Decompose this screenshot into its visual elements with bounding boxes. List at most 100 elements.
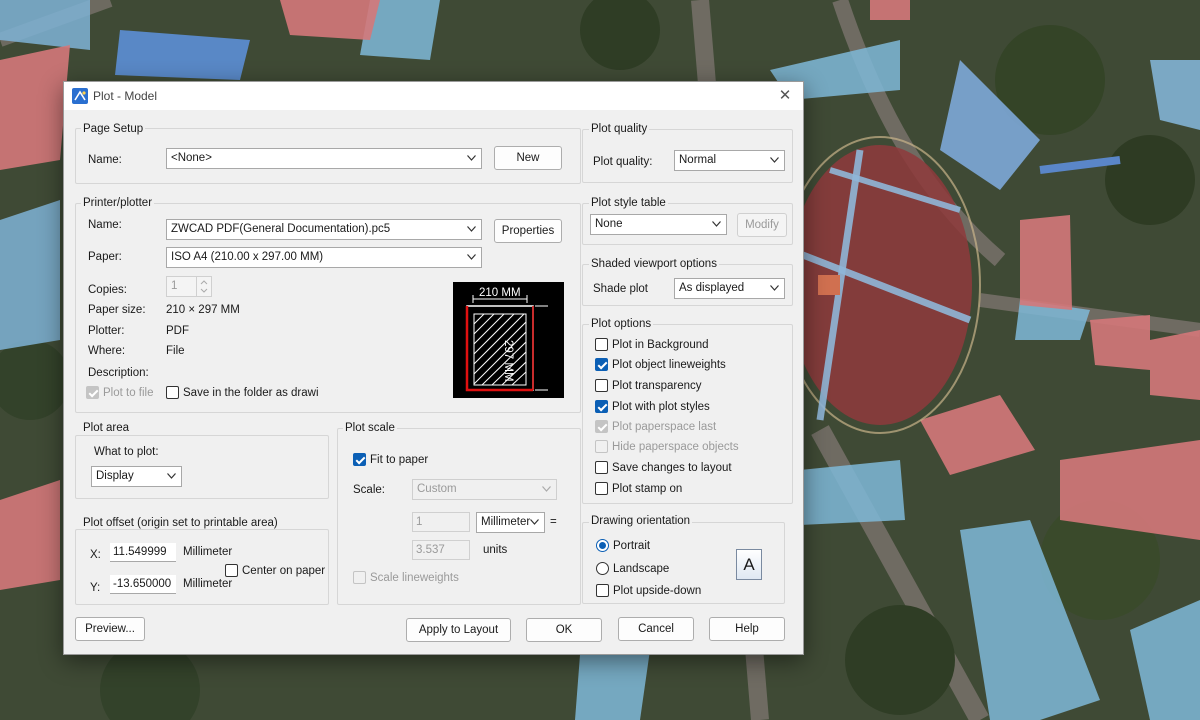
checkbox-box — [595, 358, 608, 371]
plot-option-label: Plot transparency — [612, 379, 702, 392]
paper-size-label: Paper size: — [88, 304, 146, 316]
title-bar[interactable]: Plot - Model ✕ — [64, 82, 803, 110]
preview-width-label: 210 MM — [479, 287, 521, 299]
scale-value1-input[interactable]: 1 — [412, 512, 470, 532]
shaded-viewport-label: Shaded viewport options — [589, 258, 719, 270]
plot-quality-select[interactable]: Normal — [674, 150, 785, 171]
plot-options-group — [582, 324, 793, 504]
help-button[interactable]: Help — [709, 617, 785, 641]
paper-select[interactable]: ISO A4 (210.00 x 297.00 MM) — [166, 247, 482, 268]
plot-option-checkbox[interactable]: Plot transparency — [595, 379, 702, 392]
copies-stepper[interactable]: 1 — [166, 276, 212, 297]
modify-button[interactable]: Modify — [737, 213, 787, 237]
fit-to-paper-checkbox[interactable]: Fit to paper — [353, 453, 428, 466]
scale-label: Scale: — [353, 484, 385, 496]
checkbox-box — [595, 440, 608, 453]
scale-units-label: units — [483, 544, 508, 556]
plotter-label: Plotter: — [88, 325, 125, 337]
orientation-preview-icon: A — [736, 549, 762, 580]
offset-y-input[interactable]: -13.650000 — [110, 575, 176, 594]
plot-quality-group-label: Plot quality — [589, 123, 650, 135]
chevron-down-icon — [770, 285, 779, 291]
radio-dot — [596, 562, 609, 575]
checkbox-box — [596, 584, 609, 597]
plot-upside-down-label: Plot upside-down — [613, 584, 702, 597]
plot-area-label: Plot area — [81, 422, 132, 434]
offset-x-input[interactable]: 11.549999 — [110, 543, 176, 562]
checkbox-box — [225, 564, 238, 577]
plot-option-label: Plot with plot styles — [612, 400, 710, 413]
printer-name-select[interactable]: ZWCAD PDF(General Documentation).pc5 — [166, 219, 482, 240]
plot-style-table-select[interactable]: None — [590, 214, 727, 235]
plot-option-label: Plot paperspace last — [612, 420, 717, 433]
plot-to-file-checkbox[interactable]: Plot to file — [86, 386, 154, 399]
portrait-radio[interactable]: Portrait — [596, 539, 650, 552]
save-in-folder-label: Save in the folder as drawi — [183, 386, 319, 399]
center-on-paper-label: Center on paper — [242, 564, 326, 577]
copies-label: Copies: — [88, 284, 127, 296]
plot-option-checkbox[interactable]: Plot stamp on — [595, 482, 682, 495]
checkbox-box — [595, 338, 608, 351]
what-to-plot-value: Display — [96, 470, 134, 482]
ok-button[interactable]: OK — [526, 618, 602, 642]
plot-option-label: Plot in Background — [612, 338, 709, 351]
drawing-orientation-label: Drawing orientation — [589, 515, 693, 527]
plot-scale-label: Plot scale — [343, 422, 397, 434]
checkbox-box — [595, 482, 608, 495]
scale-unit-value: Millimeter — [481, 516, 531, 528]
shade-plot-select[interactable]: As displayed — [674, 278, 785, 299]
plot-options-label: Plot options — [589, 318, 654, 330]
scale-select[interactable]: Custom — [412, 479, 557, 500]
scale-value: Custom — [417, 483, 457, 495]
properties-button[interactable]: Properties — [494, 219, 562, 243]
fit-to-paper-label: Fit to paper — [370, 453, 429, 466]
landscape-radio[interactable]: Landscape — [596, 562, 669, 575]
shade-plot-value: As displayed — [679, 282, 745, 294]
shade-plot-label: Shade plot — [593, 283, 648, 295]
apply-to-layout-button[interactable]: Apply to Layout — [406, 618, 511, 642]
preview-height-label: 297 MM — [502, 340, 514, 382]
checkbox-box — [595, 420, 608, 433]
printer-plotter-label: Printer/plotter — [81, 197, 155, 209]
landscape-label: Landscape — [613, 562, 670, 575]
preview-button[interactable]: Preview... — [75, 617, 145, 641]
plot-option-checkbox[interactable]: Hide paperspace objects — [595, 440, 739, 453]
plotter-value: PDF — [166, 325, 189, 337]
spinner-arrows-icon[interactable] — [196, 277, 211, 296]
plot-option-checkbox[interactable]: Save changes to layout — [595, 461, 732, 474]
scale-unit-select[interactable]: Millimeter — [476, 512, 545, 533]
scale-equals: = — [550, 516, 557, 528]
plot-option-checkbox[interactable]: Plot paperspace last — [595, 420, 716, 433]
where-value: File — [166, 345, 185, 357]
printer-name-value: ZWCAD PDF(General Documentation).pc5 — [171, 223, 391, 235]
page-setup-name-value: <None> — [171, 152, 212, 164]
page-setup-name-select[interactable]: <None> — [166, 148, 482, 169]
plot-option-checkbox[interactable]: Plot object lineweights — [595, 358, 726, 371]
plot-style-table-value: None — [595, 218, 623, 230]
plot-option-checkbox[interactable]: Plot in Background — [595, 338, 709, 351]
what-to-plot-select[interactable]: Display — [91, 466, 182, 487]
plot-quality-value: Normal — [679, 154, 717, 166]
cancel-button[interactable]: Cancel — [618, 617, 694, 641]
plot-upside-down-checkbox[interactable]: Plot upside-down — [596, 584, 701, 597]
radio-dot — [596, 539, 609, 552]
plot-quality-label: Plot quality: — [593, 156, 653, 168]
window-title: Plot - Model — [93, 89, 158, 103]
chevron-down-icon — [712, 221, 721, 227]
paper-preview: 210 MM 297 MM — [453, 282, 564, 398]
plot-option-label: Plot object lineweights — [612, 358, 726, 371]
checkbox-box — [595, 379, 608, 392]
plot-offset-label: Plot offset (origin set to printable are… — [81, 517, 280, 529]
save-in-folder-checkbox[interactable]: Save in the folder as drawi — [166, 386, 319, 399]
scale-lineweights-checkbox[interactable]: Scale lineweights — [353, 571, 459, 584]
page-setup-name-label: Name: — [88, 154, 122, 166]
paper-label: Paper: — [88, 251, 122, 263]
scale-value2-input[interactable]: 3.537 — [412, 540, 470, 560]
plot-option-checkbox[interactable]: Plot with plot styles — [595, 400, 710, 413]
close-icon[interactable]: ✕ — [775, 86, 795, 106]
paper-size-value: 210 × 297 MM — [166, 304, 240, 316]
page-setup-label: Page Setup — [81, 123, 146, 135]
new-page-setup-button[interactable]: New — [494, 146, 562, 170]
center-on-paper-checkbox[interactable]: Center on paper — [225, 564, 325, 577]
checkbox-box — [595, 461, 608, 474]
